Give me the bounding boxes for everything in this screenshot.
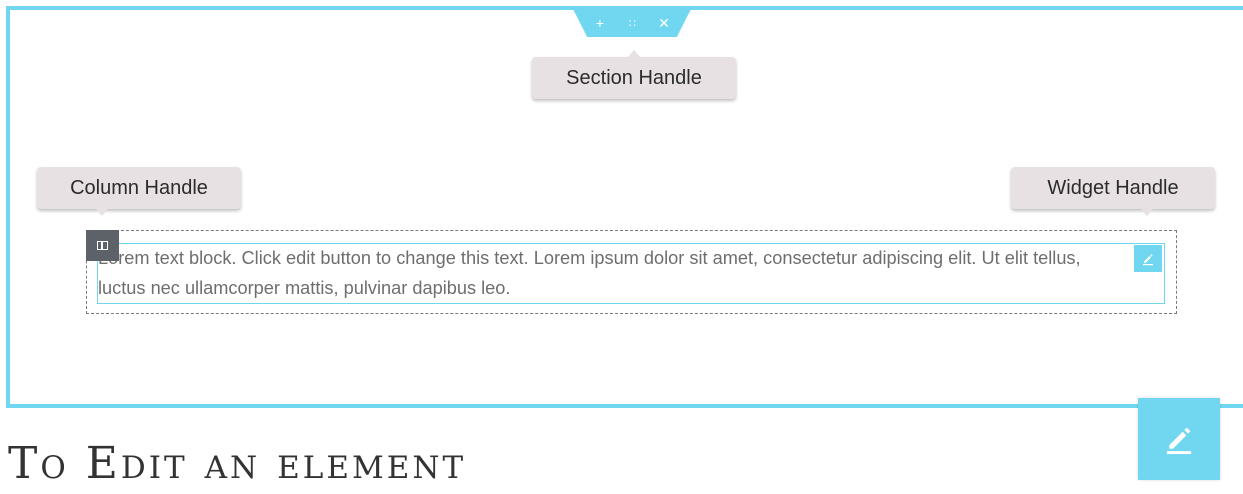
section-handle-callout: Section Handle [532, 50, 736, 99]
column-handle-callout: Column Handle [37, 167, 241, 216]
section-handle: + ∷ ✕ [573, 9, 691, 37]
drag-grip-icon[interactable]: ∷ [625, 13, 639, 33]
pencil-icon [1143, 253, 1153, 265]
close-icon[interactable]: ✕ [657, 13, 671, 33]
text-widget-content: Lorem text block. Click edit button to c… [98, 248, 1081, 298]
widget-handle-callout: Widget Handle [1011, 167, 1215, 216]
widget-handle-callout-label: Widget Handle [1047, 176, 1179, 199]
pencil-icon [1166, 427, 1192, 455]
column-handle[interactable] [86, 230, 119, 261]
widget-handle[interactable] [1134, 245, 1162, 272]
column-layout-icon [97, 241, 108, 250]
column-handle-callout-label: Column Handle [70, 176, 208, 199]
plus-icon[interactable]: + [593, 13, 607, 33]
section-handle-callout-label: Section Handle [566, 66, 702, 89]
page-heading: To Edit an element [8, 438, 467, 489]
edit-button[interactable] [1138, 398, 1220, 480]
